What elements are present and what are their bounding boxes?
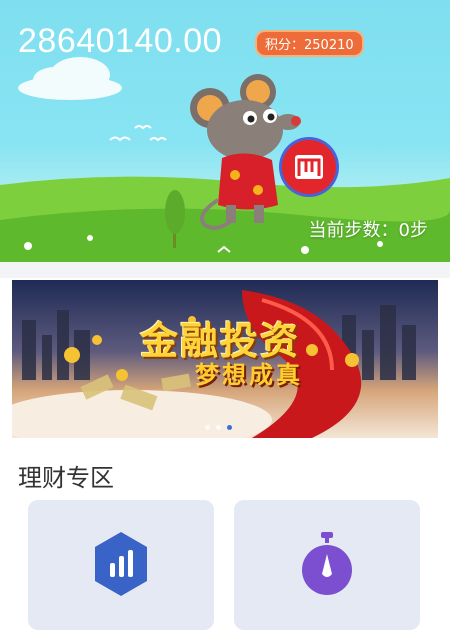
carousel-dot[interactable]: [216, 425, 221, 430]
current-steps-label: 当前步数：0步: [308, 220, 428, 241]
points-badge[interactable]: 积分：250210: [255, 30, 364, 57]
hero-banner: 28640140.00 积分：250210 当前步数：0步: [0, 0, 450, 262]
section-divider: [0, 262, 450, 278]
birds-icon: [109, 125, 167, 142]
carousel-dot-active[interactable]: [227, 425, 232, 430]
m-coin-icon: [279, 137, 339, 197]
bar-chart-hexagon-icon: [95, 532, 147, 596]
balance-amount: 28640140.00: [18, 22, 223, 60]
finance-card-chart[interactable]: [28, 500, 214, 630]
section-title: 理财专区: [18, 464, 114, 492]
banner-subline: 梦想成真: [195, 360, 303, 389]
stopwatch-icon: [302, 532, 352, 595]
finance-card-timer[interactable]: [234, 500, 420, 630]
carousel-indicators[interactable]: [205, 425, 232, 430]
carousel-dot[interactable]: [205, 425, 210, 430]
cloud-icon: [18, 57, 122, 100]
